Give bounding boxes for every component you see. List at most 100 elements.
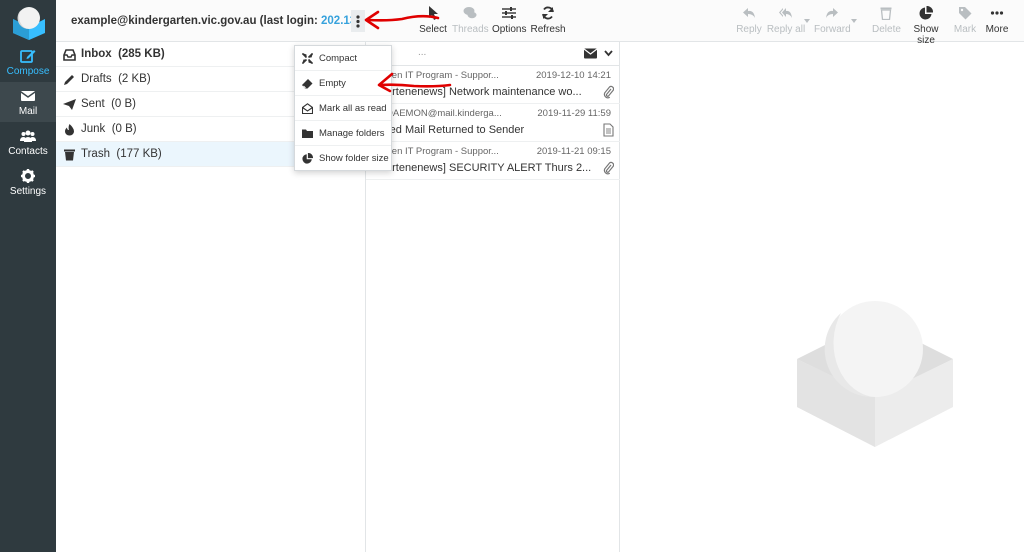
message-row[interactable]: rten IT Program - Suppor... 2019-12-10 1… — [366, 66, 620, 104]
select-button[interactable]: Select — [418, 6, 448, 35]
delete-label: Delete — [872, 24, 901, 35]
account-email: example@kindergarten.vic.gov.au (last lo… — [71, 15, 322, 27]
menu-item-label: Mark all as read — [319, 103, 387, 114]
paper-plane-icon — [63, 99, 76, 110]
folder-label: Sent — [81, 98, 105, 110]
roundcube-logo-icon — [13, 7, 45, 40]
message-toolbar: Reply Reply all Forward Delete Show size — [620, 0, 1024, 46]
nav-rail: Compose Mail Contacts Settings — [0, 0, 56, 552]
roundcube-app: Compose Mail Contacts Settings example@k… — [0, 0, 1024, 552]
threads-label: Threads — [452, 24, 489, 35]
menu-item-label: Show folder size — [319, 153, 389, 164]
roundcube-watermark-logo — [797, 301, 953, 447]
pie-chart-icon — [919, 6, 933, 20]
paperclip-icon — [603, 85, 614, 99]
menu-item-empty[interactable]: Empty — [295, 71, 391, 96]
folder-label: Drafts — [81, 73, 112, 85]
chevron-down-icon[interactable] — [804, 19, 810, 23]
trash-icon — [880, 7, 892, 20]
forward-icon — [826, 8, 838, 18]
compose-icon — [20, 50, 36, 63]
message-date: 2019-11-21 09:15 — [536, 146, 611, 157]
forward-button[interactable]: Forward — [814, 6, 851, 35]
folder-size: (285 KB) — [118, 48, 165, 60]
nav-contacts-label: Contacts — [8, 146, 48, 157]
reply-all-button[interactable]: Reply all — [766, 6, 806, 35]
envelope-icon[interactable] — [584, 48, 597, 59]
folder-icon — [302, 129, 313, 138]
more-label: More — [985, 24, 1009, 35]
folder-size: (0 B) — [111, 123, 137, 135]
comments-icon — [463, 7, 477, 19]
folder-pane-header: example@kindergarten.vic.gov.au (last lo… — [56, 0, 414, 42]
paperclip-icon — [603, 161, 614, 175]
message-from: DAEMON@mail.kinderga... — [386, 108, 502, 119]
users-icon — [20, 130, 36, 142]
message-list-toolbar: Select Threads Options Refresh — [366, 0, 620, 42]
show-size-button[interactable]: Show size — [906, 6, 946, 46]
folder-actions-menu: Compact Empty Mark all as read Manage fo… — [294, 45, 392, 171]
pie-chart-icon — [302, 153, 313, 164]
folder-label: Junk — [81, 123, 106, 135]
folder-label: Inbox — [81, 48, 112, 60]
eraser-icon — [302, 79, 313, 89]
message-row[interactable]: rten IT Program - Suppor... 2019-11-21 0… — [366, 142, 620, 180]
menu-item-label: Compact — [319, 53, 358, 64]
menu-item-show-folder-size[interactable]: Show folder size — [295, 146, 391, 171]
menu-item-manage-folders[interactable]: Manage folders — [295, 121, 391, 146]
menu-item-label: Manage folders — [319, 128, 385, 139]
horizontal-dots-icon — [990, 11, 1004, 15]
show-size-label: Show size — [913, 24, 939, 46]
folder-size: (0 B) — [111, 98, 136, 110]
options-button[interactable]: Options — [492, 6, 526, 35]
reply-all-label: Reply all — [766, 24, 806, 35]
cursor-icon — [429, 6, 438, 20]
message-from: rten IT Program - Suppor... — [386, 70, 499, 81]
folder-label: Trash — [81, 148, 110, 160]
compress-icon — [302, 53, 313, 64]
message-date: 2019-11-29 11:59 — [537, 108, 611, 119]
more-button[interactable]: More — [982, 6, 1012, 35]
tag-icon — [959, 7, 972, 20]
vertical-dots-icon — [356, 15, 360, 28]
nav-settings-label: Settings — [9, 186, 47, 197]
message-subject: artenenews] Network maintenance wo... — [386, 86, 582, 98]
trash-icon — [64, 149, 75, 161]
sliders-icon — [502, 7, 516, 19]
envelope-open-icon — [302, 103, 313, 114]
message-subject: artenenews] SECURITY ALERT Thurs 2... — [386, 162, 592, 174]
nav-mail-label: Mail — [18, 106, 38, 117]
message-row[interactable]: DAEMON@mail.kinderga... 2019-11-29 11:59… — [366, 104, 620, 142]
refresh-button[interactable]: Refresh — [530, 6, 566, 35]
mark-button[interactable]: Mark — [952, 6, 978, 35]
inbox-icon — [63, 49, 76, 61]
nav-contacts[interactable]: Contacts — [0, 122, 56, 162]
fire-icon — [65, 124, 74, 136]
delete-button[interactable]: Delete — [872, 6, 901, 35]
forward-label: Forward — [814, 24, 851, 35]
menu-item-mark-all-read[interactable]: Mark all as read — [295, 96, 391, 121]
select-label: Select — [419, 24, 447, 35]
message-subject: red Mail Returned to Sender — [386, 124, 525, 136]
menu-item-compact[interactable]: Compact — [295, 46, 391, 71]
message-from: rten IT Program - Suppor... — [386, 146, 499, 157]
list-sub-text: ... — [418, 47, 427, 58]
folder-actions-button[interactable] — [351, 10, 365, 32]
refresh-label: Refresh — [530, 24, 566, 35]
message-list-pane: Select Threads Options Refresh ... rten … — [366, 0, 620, 552]
preview-pane: Reply Reply all Forward Delete Show size — [620, 0, 1024, 552]
reply-icon — [743, 8, 755, 18]
reply-button[interactable]: Reply — [734, 6, 764, 35]
envelope-icon — [20, 91, 36, 101]
message-list-subheader: ... — [366, 42, 620, 66]
nav-mail[interactable]: Mail — [0, 82, 56, 122]
reply-all-icon — [779, 8, 792, 18]
reply-label: Reply — [736, 24, 762, 35]
threads-button[interactable]: Threads — [452, 6, 489, 35]
chevron-down-icon[interactable] — [851, 19, 857, 23]
folder-size: (177 KB) — [116, 148, 162, 160]
nav-settings[interactable]: Settings — [0, 162, 56, 202]
nav-compose[interactable]: Compose — [0, 42, 56, 82]
chevron-down-icon[interactable] — [604, 50, 613, 57]
pencil-icon — [64, 75, 74, 85]
